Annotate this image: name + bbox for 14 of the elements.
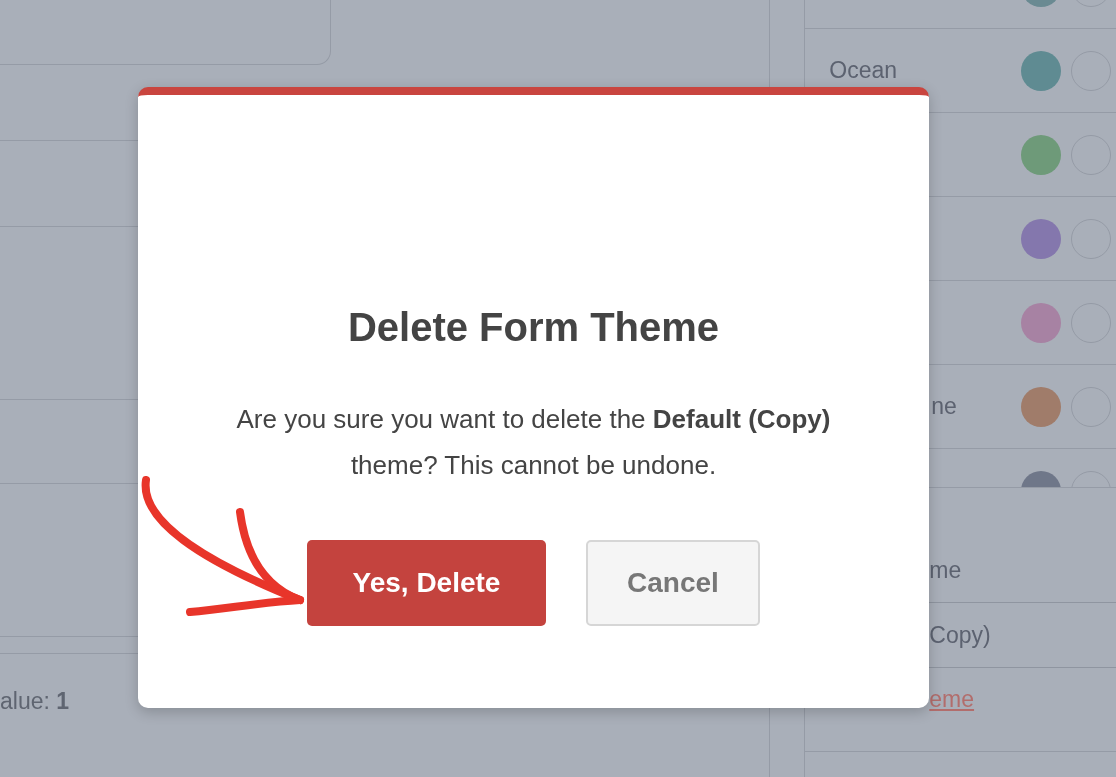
dialog-title: Delete Form Theme (347, 305, 720, 350)
delete-button[interactable]: Yes, Delete (307, 540, 546, 626)
theme-name: Ocean (829, 57, 898, 84)
field-text: Copy) (929, 621, 991, 649)
color-swatch[interactable] (1021, 134, 1061, 175)
color-swatch[interactable] (1021, 302, 1061, 343)
color-swatch[interactable] (1021, 218, 1061, 259)
cancel-button[interactable]: Cancel (586, 540, 760, 626)
field-text: me (929, 556, 962, 584)
color-swatch[interactable] (1021, 50, 1061, 91)
color-swatch[interactable] (1021, 386, 1061, 427)
theme-name: ne (931, 393, 957, 420)
dialog-message: Are you sure you want to delete the Default (Copy) theme? This cannot be undone. (235, 403, 832, 482)
value-label: alue: 1 (0, 688, 70, 714)
